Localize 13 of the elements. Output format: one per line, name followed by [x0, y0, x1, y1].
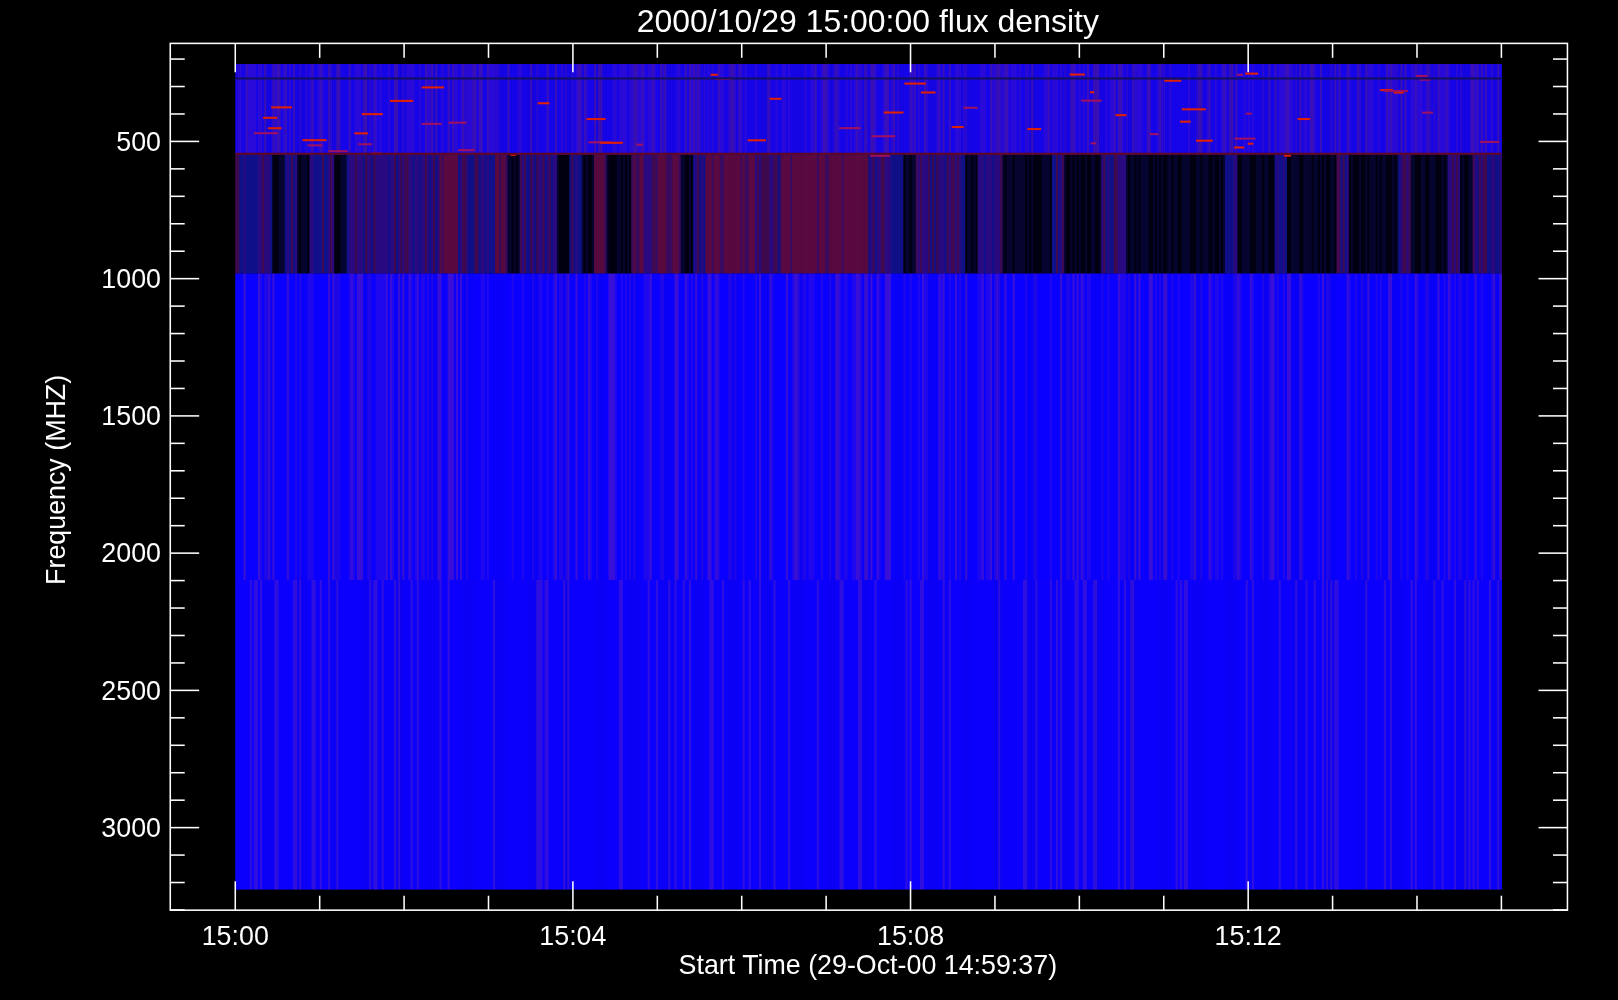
- y-tick-label: 1000: [101, 263, 161, 294]
- y-axis-label: Frequency (MHZ): [41, 374, 71, 585]
- x-tick-label: 15:08: [877, 921, 945, 952]
- x-tick-label: 15:04: [539, 921, 607, 952]
- y-tick-label: 1500: [101, 401, 161, 432]
- y-tick-label: 3000: [101, 812, 161, 843]
- y-tick-label: 500: [116, 126, 161, 157]
- y-tick-label: 2000: [101, 538, 161, 569]
- y-tick-label: 2500: [101, 675, 161, 706]
- x-tick-label: 15:00: [201, 921, 269, 952]
- plot-title: 2000/10/29 15:00:00 flux density: [636, 3, 1099, 40]
- x-axis-label: Start Time (29-Oct-00 14:59:37): [678, 950, 1058, 981]
- x-tick-label: 15:12: [1214, 921, 1282, 952]
